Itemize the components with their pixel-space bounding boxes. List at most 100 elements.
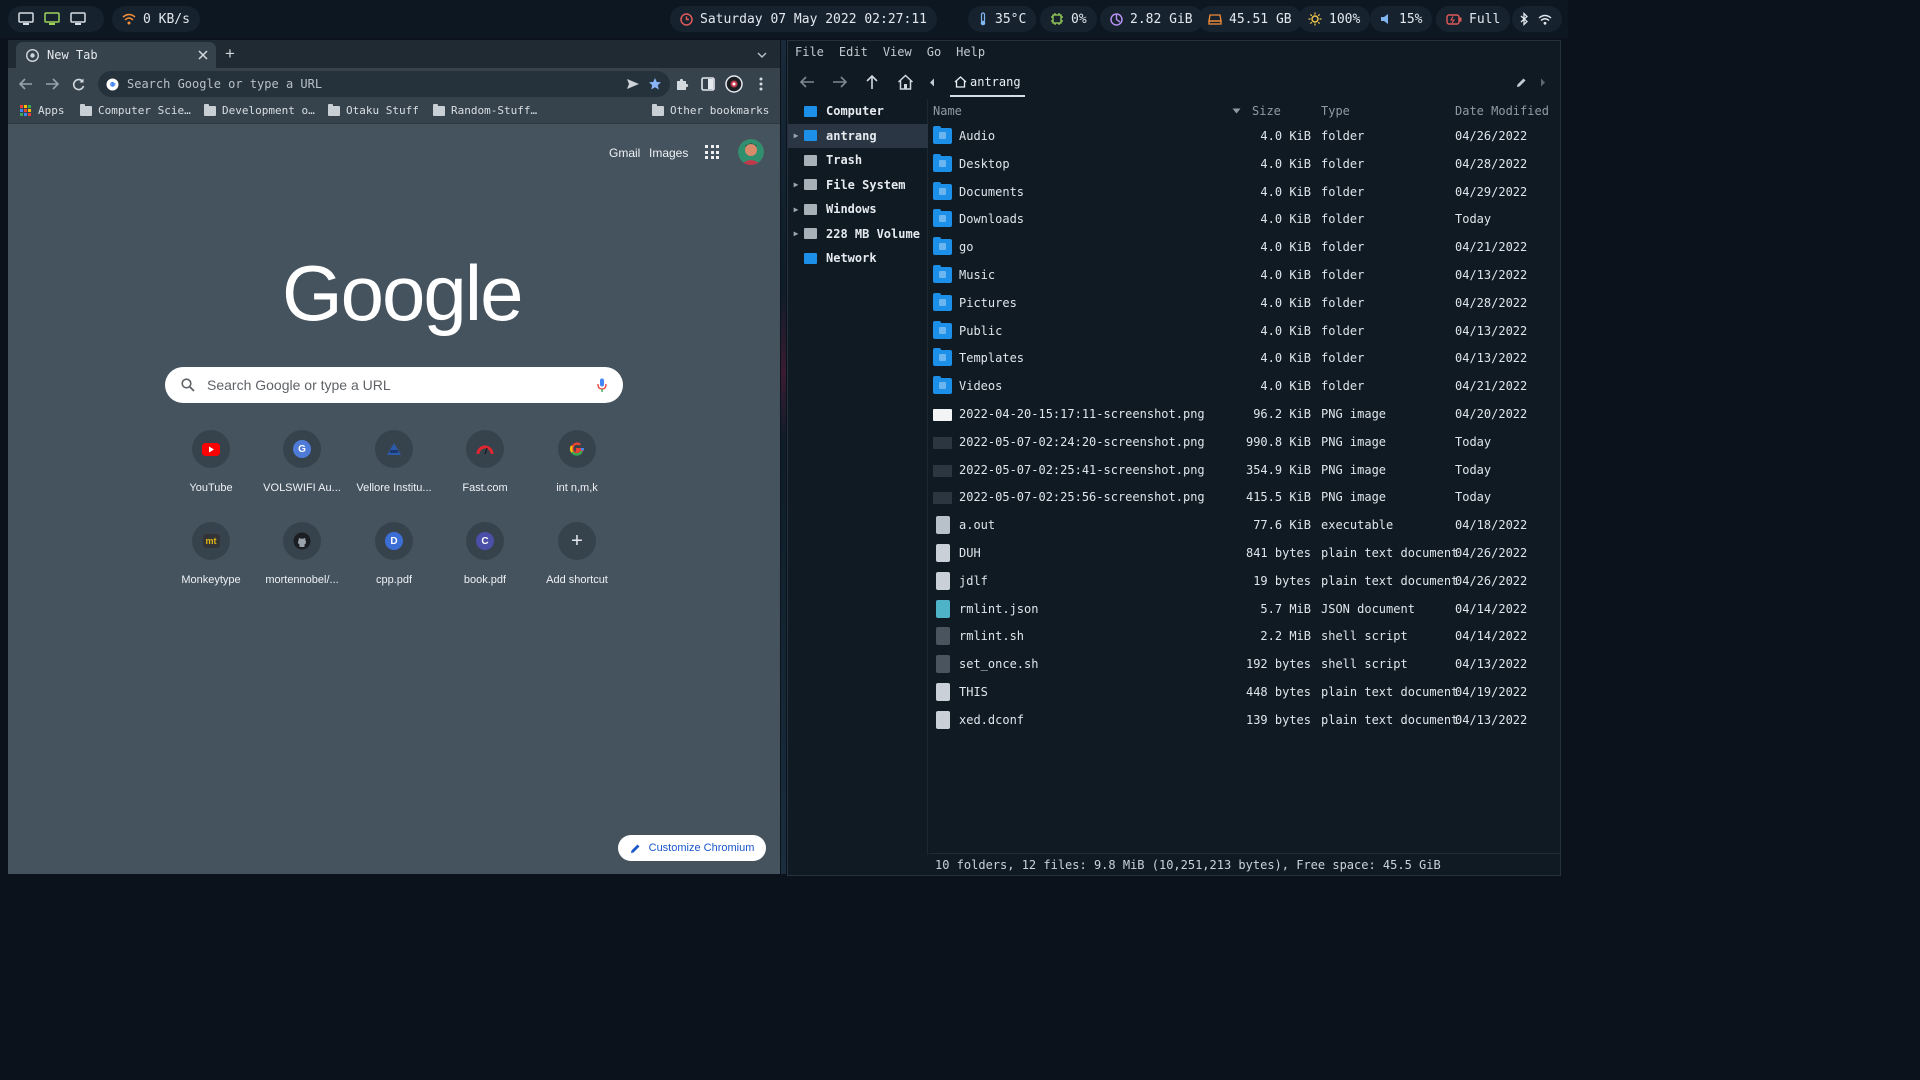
close-icon[interactable] (198, 50, 208, 60)
sidebar-item-computer[interactable]: Computer (788, 99, 928, 123)
sort-descending-icon[interactable] (1232, 108, 1241, 114)
forward-button[interactable] (828, 71, 850, 93)
sidebar-item-file-system[interactable]: ▶ File System (788, 173, 928, 197)
expander-arrow-icon[interactable]: ▶ (788, 229, 804, 238)
shortcut-int-nmk[interactable]: int n,m,k (531, 430, 623, 514)
file-row[interactable]: xed.dconf 139 bytes plain text document 04/… (929, 707, 1560, 735)
side-panel-button[interactable] (698, 74, 718, 94)
battery[interactable]: Full (1436, 6, 1511, 32)
file-row[interactable]: Public 4.0 KiB folder 04/13/2022 (929, 318, 1560, 346)
bookmark-apps[interactable]: Apps (20, 104, 65, 117)
file-row[interactable]: Music 4.0 KiB folder 04/13/2022 (929, 262, 1560, 290)
sidebar-item-trash[interactable]: Trash (788, 148, 928, 172)
file-row[interactable]: 2022-05-07-02:25:56-screenshot.png 415.5 … (929, 484, 1560, 512)
file-row[interactable]: set_once.sh 192 bytes shell script 04/13/20… (929, 651, 1560, 679)
shortcut-volswifi[interactable]: G VOLSWIFI Au... (256, 430, 348, 514)
file-row[interactable]: Downloads 4.0 KiB folder Today (929, 206, 1560, 234)
shortcut-book-pdf[interactable]: C book.pdf (439, 522, 531, 606)
file-row[interactable]: THIS 448 bytes plain text document 04/19/20… (929, 679, 1560, 707)
microphone-icon[interactable] (597, 378, 607, 393)
customize-chromium-button[interactable]: Customize Chromium (618, 835, 766, 861)
column-name[interactable]: Name (933, 104, 962, 118)
clock[interactable]: Saturday 07 May 2022 02:27:11 (670, 6, 937, 32)
column-type[interactable]: Type (1321, 104, 1350, 118)
file-row[interactable]: a.out 77.6 KiB executable 04/18/2022 (929, 512, 1560, 540)
other-bookmarks[interactable]: Other bookmarks (652, 103, 769, 117)
images-link[interactable]: Images (649, 146, 688, 160)
file-row[interactable]: Documents 4.0 KiB folder 04/29/2022 (929, 179, 1560, 207)
send-icon[interactable] (626, 78, 640, 90)
omnibox-placeholder[interactable]: Search Google or type a URL (127, 77, 618, 91)
brightness[interactable]: 100% (1298, 6, 1371, 32)
tab-new-tab[interactable]: New Tab (16, 42, 216, 68)
file-row[interactable]: 2022-04-20-15:17:11-screenshot.png 96.2 K… (929, 401, 1560, 429)
extensions-button[interactable] (672, 74, 692, 94)
profile-button[interactable] (724, 74, 744, 94)
wifi-icon[interactable] (1538, 14, 1552, 25)
menu-file[interactable]: File (795, 45, 824, 59)
shortcut-cpp-pdf[interactable]: D cpp.pdf (348, 522, 440, 606)
column-date-modified[interactable]: Date Modified (1455, 104, 1549, 118)
workspace-switcher[interactable] (8, 6, 104, 32)
back-button[interactable] (796, 71, 818, 93)
expander-arrow-icon[interactable]: ▶ (788, 180, 804, 189)
connectivity[interactable] (1512, 6, 1562, 32)
forward-button[interactable] (42, 74, 62, 94)
bookmark-folder[interactable]: Random-Stuff… (433, 103, 537, 117)
file-row[interactable]: DUH 841 bytes plain text document 04/26/202… (929, 540, 1560, 568)
monitor-icon[interactable] (44, 12, 60, 26)
up-button[interactable] (861, 71, 883, 93)
breadcrumb-scroll-right[interactable] (1536, 71, 1550, 93)
file-row[interactable]: Templates 4.0 KiB folder 04/13/2022 (929, 345, 1560, 373)
add-shortcut-button[interactable]: + Add shortcut (531, 522, 623, 606)
shortcut-vellore[interactable]: Vellore Institu... (348, 430, 440, 514)
google-apps-button[interactable] (705, 145, 719, 159)
bluetooth-icon[interactable] (1520, 12, 1529, 26)
file-row[interactable]: Desktop 4.0 KiB folder 04/28/2022 (929, 151, 1560, 179)
breadcrumb-antrang[interactable]: antrang (950, 69, 1025, 97)
file-row[interactable]: rmlint.json 5.7 MiB JSON document 04/14/202… (929, 596, 1560, 624)
shortcut-fast-com[interactable]: Fast.com (439, 430, 531, 514)
expander-arrow-icon[interactable]: ▶ (788, 205, 804, 214)
shortcut-monkeytype[interactable]: mt Monkeytype (165, 522, 257, 606)
file-row[interactable]: 2022-05-07-02:25:41-screenshot.png 354.9 … (929, 457, 1560, 485)
sidebar-item-windows[interactable]: ▶ Windows (788, 197, 928, 221)
monitor-icon[interactable] (70, 12, 86, 26)
ntp-search-placeholder[interactable]: Search Google or type a URL (207, 377, 585, 393)
monitor-icon[interactable] (18, 12, 34, 26)
shortcut-youtube[interactable]: YouTube (165, 430, 257, 514)
star-icon[interactable] (648, 77, 662, 91)
menu-button[interactable] (751, 74, 771, 94)
sidebar-item-antrang[interactable]: ▶ antrang (788, 123, 928, 148)
file-row[interactable]: rmlint.sh 2.2 MiB shell script 04/14/2022 (929, 623, 1560, 651)
bookmark-folder[interactable]: Development o… (204, 103, 315, 117)
home-button[interactable] (894, 71, 916, 93)
file-row[interactable]: 2022-05-07-02:24:20-screenshot.png 990.8 … (929, 429, 1560, 457)
shortcut-mortennobel[interactable]: mortennobel/... (256, 522, 348, 606)
account-avatar[interactable] (738, 139, 764, 165)
menu-go[interactable]: Go (927, 45, 941, 59)
file-row[interactable]: jdlf 19 bytes plain text document 04/26/202… (929, 568, 1560, 596)
sidebar-item-228-mb-volume[interactable]: ▶ 228 MB Volume (788, 222, 928, 246)
sidebar-item-network[interactable]: Network (788, 246, 928, 270)
back-button[interactable] (16, 74, 36, 94)
volume[interactable]: 15% (1370, 6, 1433, 32)
new-tab-button[interactable]: + (220, 44, 240, 64)
bookmark-folder[interactable]: Computer Scie… (80, 103, 191, 117)
menu-help[interactable]: Help (956, 45, 985, 59)
column-size[interactable]: Size (1252, 104, 1281, 118)
ntp-search-box[interactable]: Search Google or type a URL (165, 367, 623, 403)
tab-search-button[interactable] (752, 44, 772, 64)
menu-view[interactable]: View (883, 45, 912, 59)
menu-edit[interactable]: Edit (839, 45, 868, 59)
omnibox[interactable]: Search Google or type a URL (98, 71, 670, 97)
expander-arrow-icon[interactable]: ▶ (788, 131, 804, 140)
file-row[interactable]: Videos 4.0 KiB folder 04/21/2022 (929, 373, 1560, 401)
reload-button[interactable] (68, 74, 88, 94)
file-row[interactable]: go 4.0 KiB folder 04/21/2022 (929, 234, 1560, 262)
breadcrumb-scroll-left[interactable] (925, 71, 939, 93)
edit-location-button[interactable] (1510, 71, 1532, 93)
file-row[interactable]: Audio 4.0 KiB folder 04/26/2022 (929, 123, 1560, 151)
gmail-link[interactable]: Gmail (609, 146, 640, 160)
bookmark-folder[interactable]: Otaku Stuff (328, 103, 419, 117)
